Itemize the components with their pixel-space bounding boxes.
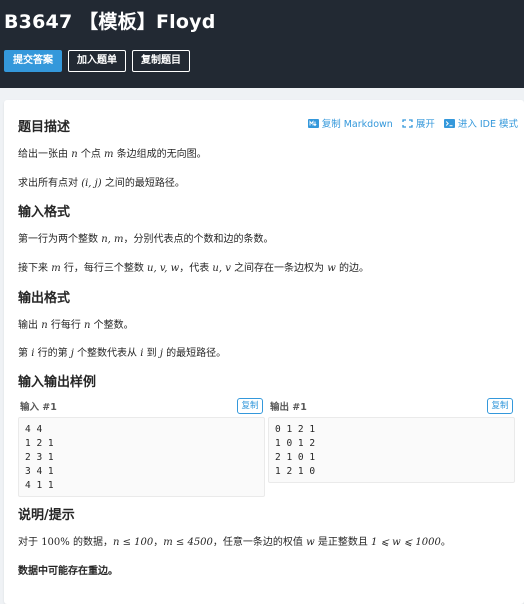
copy-markdown-label: 复制 Markdown [321,119,393,130]
output-format-line-1: 输出 n 行每行 n 个整数。 [18,320,134,331]
input-format-line-2: 接下来 m 行，每行三个整数 u, v, w，代表 u, v 之间存在一条边权为… [18,263,369,274]
input-format-line-1: 第一行为两个整数 n, m，分别代表点的个数和边的条数。 [18,234,274,245]
input-format-heading: 输入格式 [18,205,71,220]
ide-mode-link[interactable]: 进入 IDE 模式 [443,116,518,130]
sample-input-line: 4 1 1 [25,480,54,491]
description-line-2: 求出所有点对 (i, j) 之间的最短路径。 [18,178,185,189]
sample-output-label: 输出 #1 [270,402,307,413]
problem-header: B3647 【模板】Floyd 提交答案 加入题单 复制题目 [0,0,524,88]
expand-icon [402,118,413,128]
sample-input-line: 2 3 1 [25,452,54,463]
hint-heading: 说明/提示 [18,508,75,523]
add-to-list-button[interactable]: 加入题单 [68,50,126,72]
markdown-icon [307,118,319,128]
copy-problem-button[interactable]: 复制题目 [132,50,190,72]
sample-output-line: 2 1 0 1 [275,452,316,463]
terminal-icon [443,118,455,128]
expand-link[interactable]: 展开 [402,116,435,130]
submit-answer-button[interactable]: 提交答案 [4,50,62,72]
problem-toolbar: 复制 Markdown 展开 进入 IDE 模式 [307,116,518,130]
description-line-1: 给出一张由 n 个点 m 条边组成的无向图。 [18,149,207,160]
sample-output-line: 0 1 2 1 [275,424,316,435]
hint-line-1: 对于 100% 的数据，n ≤ 100，m ≤ 4500，任意一条边的权值 w … [18,537,451,548]
sample-output-line: 1 2 1 0 [275,466,316,477]
samples-heading: 输入输出样例 [18,375,97,390]
output-format-line-2: 第 i 行的第 j 个整数代表从 i 到 j 的最短路径。 [18,348,227,359]
copy-input-button[interactable]: 复制 [237,398,263,414]
sample-output-box: 0 1 2 1 1 0 1 2 2 1 0 1 1 2 1 0 [268,417,515,483]
sample-input-line: 4 4 [25,424,43,435]
copy-output-button[interactable]: 复制 [487,398,513,414]
description-heading: 题目描述 [18,120,71,135]
ide-mode-label: 进入 IDE 模式 [457,119,518,130]
sample-input-line: 3 4 1 [25,466,54,477]
copy-markdown-link[interactable]: 复制 Markdown [307,116,393,130]
output-format-heading: 输出格式 [18,291,71,306]
sample-input-label: 输入 #1 [20,402,57,413]
problem-card: 题目描述 复制 Markdown 展开 进入 IDE 模式 给出一张由 n 个点… [4,100,524,604]
sample-input-line: 1 2 1 [25,438,54,449]
problem-title: B3647 【模板】Floyd [4,11,216,33]
sample-input-box: 4 4 1 2 1 2 3 1 3 4 1 4 1 1 [18,417,265,497]
hint-line-2: 数据中可能存在重边。 [18,566,118,577]
expand-label: 展开 [415,119,435,130]
sample-output-line: 1 0 1 2 [275,438,316,449]
